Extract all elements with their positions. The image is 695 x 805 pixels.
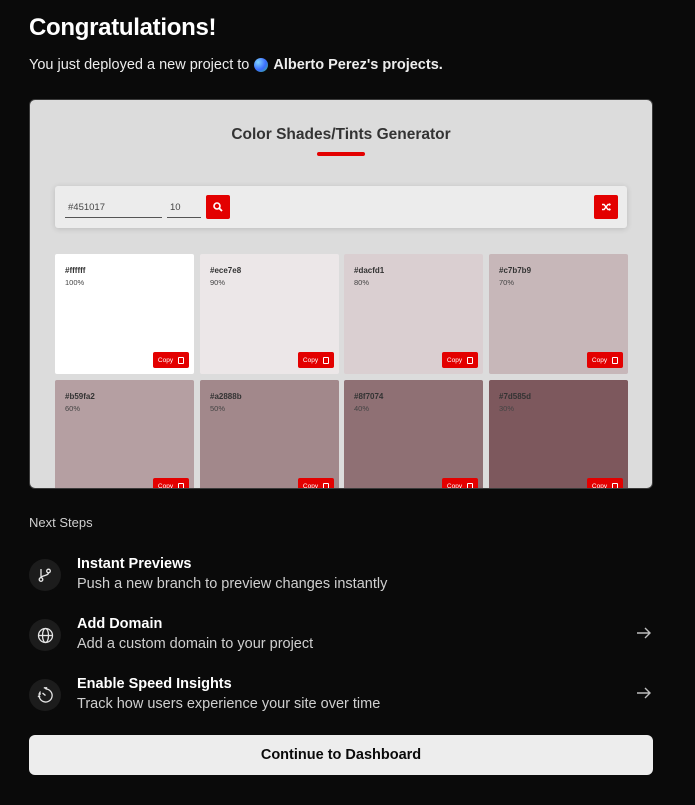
copy-label: Copy (302, 482, 319, 489)
swatch-percent: 60% (65, 404, 81, 413)
step-icon-container (29, 559, 61, 591)
step-speed-insights[interactable]: Enable Speed Insights Track how users ex… (29, 676, 653, 716)
search-button[interactable] (206, 195, 230, 219)
globe-icon (37, 627, 53, 643)
swatch-percent: 80% (354, 278, 370, 287)
copy-icon (323, 482, 330, 488)
copy-button[interactable]: Copy (587, 478, 623, 489)
color-swatch: #8f7074 40% Copy (344, 380, 483, 489)
copy-icon (323, 356, 330, 364)
step-add-domain[interactable]: Add Domain Add a custom domain to your p… (29, 616, 653, 656)
copy-button[interactable]: Copy (587, 352, 623, 368)
swatch-hex: #7d585d (499, 392, 532, 401)
copy-label: Copy (157, 482, 174, 489)
color-swatch: #ffffff 100% Copy (55, 254, 194, 374)
random-button[interactable] (594, 195, 618, 219)
color-swatch: #ece7e8 90% Copy (200, 254, 339, 374)
step-description: Track how users experience your site ove… (77, 696, 381, 712)
copy-button[interactable]: Copy (298, 352, 334, 368)
search-icon (213, 202, 223, 212)
arrow-right-icon[interactable] (635, 624, 653, 642)
continue-to-dashboard-button[interactable]: Continue to Dashboard (29, 735, 653, 775)
speedometer-icon (37, 686, 53, 703)
step-icon-container (29, 679, 61, 711)
copy-button[interactable]: Copy (153, 352, 189, 368)
copy-label: Copy (591, 482, 608, 489)
copy-button[interactable]: Copy (442, 478, 478, 489)
title-underline (317, 152, 365, 156)
copy-label: Copy (446, 482, 463, 489)
team-name[interactable]: Alberto Perez's projects. (273, 57, 442, 73)
step-title: Enable Speed Insights (77, 676, 232, 692)
copy-icon (467, 482, 474, 488)
shuffle-icon (601, 203, 611, 211)
steps-input[interactable]: 10 (167, 198, 201, 218)
swatch-hex: #dacfd1 (354, 266, 385, 275)
swatch-percent: 100% (65, 278, 85, 287)
page-title: Congratulations! (29, 14, 217, 41)
git-branch-icon (38, 568, 51, 582)
copy-button[interactable]: Copy (153, 478, 189, 489)
step-instant-previews[interactable]: Instant Previews Push a new branch to pr… (29, 556, 653, 596)
color-swatch: #b59fa2 60% Copy (55, 380, 194, 489)
swatch-percent: 50% (210, 404, 226, 413)
deployment-preview[interactable]: Color Shades/Tints Generator #451017 10 … (29, 99, 653, 489)
team-avatar (254, 58, 269, 72)
swatch-percent: 40% (354, 404, 370, 413)
swatch-hex: #c7b7b9 (499, 266, 532, 275)
swatch-percent: 30% (499, 404, 515, 413)
copy-label: Copy (302, 356, 319, 364)
hex-input[interactable]: #451017 (65, 198, 162, 218)
copy-icon (612, 356, 619, 364)
copy-label: Copy (157, 356, 174, 364)
deploy-subtitle: You just deployed a new project to Alber… (29, 57, 443, 73)
swatch-percent: 90% (210, 278, 226, 287)
copy-label: Copy (591, 356, 608, 364)
next-steps-heading: Next Steps (29, 515, 93, 530)
color-swatch: #dacfd1 80% Copy (344, 254, 483, 374)
step-title: Add Domain (77, 616, 163, 632)
swatch-hex: #ece7e8 (210, 266, 242, 275)
app-toolbar: #451017 10 (55, 186, 627, 228)
swatch-hex: #a2888b (210, 392, 242, 401)
step-description: Push a new branch to preview changes ins… (77, 576, 388, 592)
arrow-right-icon[interactable] (635, 684, 653, 702)
copy-icon (612, 482, 619, 488)
step-description: Add a custom domain to your project (77, 636, 314, 652)
copy-button[interactable]: Copy (298, 478, 334, 489)
copy-label: Copy (446, 356, 463, 364)
app-title: Color Shades/Tints Generator (231, 126, 451, 143)
copy-icon (178, 482, 185, 488)
swatch-hex: #ffffff (65, 266, 86, 275)
step-icon-container (29, 619, 61, 651)
color-swatch: #7d585d 30% Copy (489, 380, 628, 489)
copy-icon (178, 356, 185, 364)
copy-icon (467, 356, 474, 364)
subtitle-text: You just deployed a new project to (29, 57, 250, 73)
color-swatch: #a2888b 50% Copy (200, 380, 339, 489)
copy-button[interactable]: Copy (442, 352, 478, 368)
swatch-hex: #b59fa2 (65, 392, 95, 401)
swatch-hex: #8f7074 (354, 392, 384, 401)
color-swatch: #c7b7b9 70% Copy (489, 254, 628, 374)
swatch-percent: 70% (499, 278, 515, 287)
step-title: Instant Previews (77, 556, 192, 572)
